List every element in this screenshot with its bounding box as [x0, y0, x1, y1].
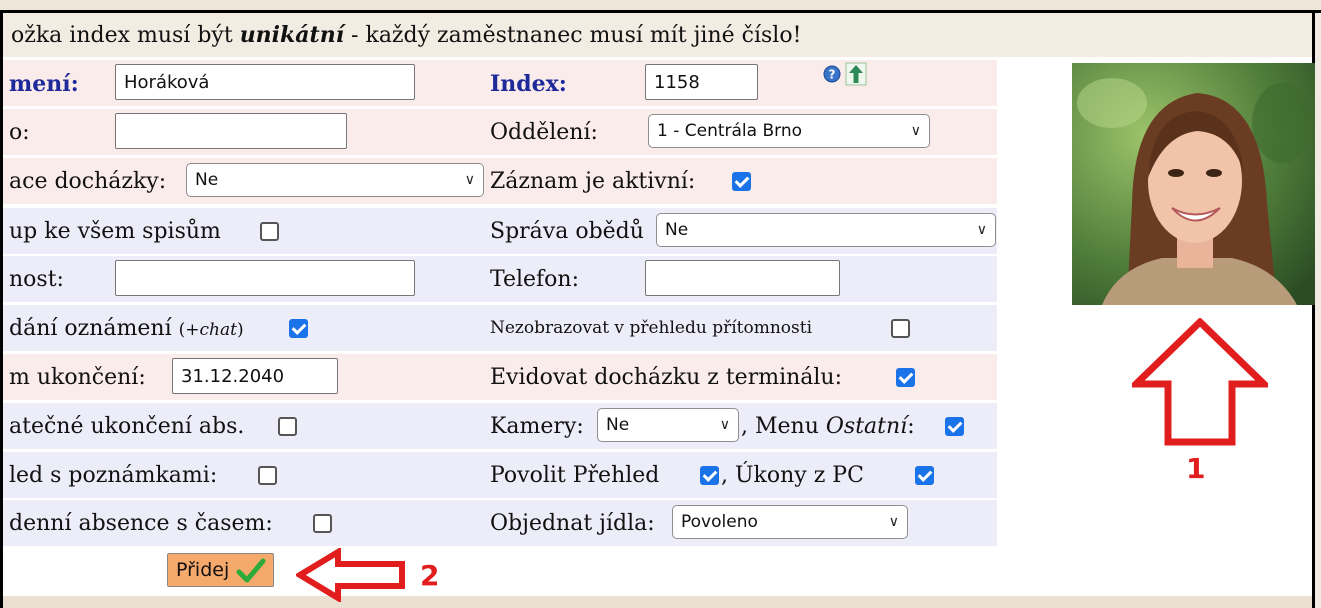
annotation-label-2: 2 [420, 559, 440, 592]
lunch-mgmt-label: Správa obědů [490, 219, 644, 244]
lunch-mgmt-select[interactable]: Ne ∨ [656, 213, 996, 247]
early-end-checkbox[interactable] [278, 417, 297, 436]
svg-text:?: ? [829, 68, 836, 82]
add-button-label: Přidej [176, 559, 230, 581]
phone-label: Telefon: [490, 267, 580, 292]
meals-select-value: Povoleno [681, 512, 758, 532]
chevron-down-icon: ∨ [910, 123, 921, 139]
add-button[interactable]: Přidej [167, 553, 274, 587]
cameras-select-value: Ne [606, 415, 630, 435]
chat-note-close: ) [236, 320, 244, 340]
chat-note-word: chat [199, 320, 237, 340]
active-label: Záznam je aktivní: [490, 169, 696, 194]
phone-input[interactable] [645, 260, 840, 296]
notice-emphasis: unikátní [239, 22, 345, 48]
end-date-label: m ukončení: [9, 365, 146, 390]
end-date-input[interactable]: 31.12.2040 [172, 358, 338, 394]
cameras-label: Kamery: [490, 414, 584, 439]
hide-presence-checkbox[interactable] [891, 319, 910, 338]
meals-select[interactable]: Povoleno ∨ [672, 505, 908, 539]
announce-label: dání oznámení (+chat) [9, 316, 244, 341]
terminal-label: Evidovat docházku z terminálu: [490, 365, 843, 390]
index-label: Index: [490, 71, 567, 97]
row-attendance: ace docházky: Ne ∨ Záznam je aktivní: [3, 158, 997, 204]
announce-chat-note: (+chat) [179, 320, 244, 340]
position-label: nost: [9, 267, 64, 292]
department-select[interactable]: 1 - Centrála Brno ∨ [648, 114, 930, 148]
attendance-select-value: Ne [195, 170, 219, 190]
chevron-down-icon: ∨ [464, 172, 475, 188]
page: ožka index musí být unikátní - každý zam… [0, 0, 1321, 608]
announce-checkbox[interactable] [289, 319, 308, 338]
menu-other-checkbox[interactable] [945, 417, 964, 436]
menu-label-em: Ostatní [825, 414, 908, 439]
chevron-down-icon: ∨ [888, 514, 899, 530]
menu-label-pre: , Menu [741, 414, 826, 439]
up-arrow-icon[interactable] [845, 62, 867, 86]
hide-presence-label: Nezobrazovat v přehledu přítomnosti [490, 318, 813, 338]
files-label: up ke všem spisům [9, 219, 221, 244]
notes-label: led s poznámkami: [9, 463, 218, 488]
notice-suffix: - každý zaměstnanec musí mít jiné číslo! [344, 23, 802, 48]
chat-note-open: (+ [178, 320, 200, 340]
row-surname: mení: Horáková Index: 1158 ? [3, 60, 997, 106]
position-input[interactable] [115, 260, 415, 296]
pc-actions-label: , Úkony z PC [721, 463, 864, 488]
uniqueness-notice: ožka index musí být unikátní - každý zam… [3, 13, 1312, 57]
row2-input[interactable] [115, 113, 347, 149]
chevron-down-icon: ∨ [976, 222, 987, 238]
lunch-mgmt-select-value: Ne [665, 220, 689, 240]
overview-checkbox[interactable] [700, 466, 719, 485]
annotation-arrow-left-icon [296, 548, 405, 602]
announce-label-text: dání oznámení [9, 316, 172, 341]
notes-checkbox[interactable] [258, 466, 277, 485]
surname-input[interactable]: Horáková [115, 64, 415, 100]
notice-prefix: ožka index musí být [11, 23, 240, 48]
row-daily-absence: denní absence s časem: Objednat jídla: P… [3, 500, 997, 546]
terminal-checkbox[interactable] [896, 368, 915, 387]
index-input[interactable]: 1158 [645, 64, 758, 100]
attendance-label: ace docházky: [9, 169, 167, 194]
row-position: nost: Telefon: [3, 256, 997, 302]
row-notes: led s poznámkami: Povolit Přehled , Úkon… [3, 452, 997, 498]
row2-label: o: [9, 120, 30, 145]
annotation-label-1: 1 [1186, 452, 1206, 485]
bottom-bar [3, 596, 1312, 608]
meals-label: Objednat jídla: [490, 511, 655, 536]
help-icon[interactable]: ? [823, 65, 841, 83]
chevron-down-icon: ∨ [719, 417, 730, 433]
early-end-label: atečné ukončení abs. [9, 414, 245, 439]
department-label: Oddělení: [490, 120, 598, 145]
menu-label-post: : [907, 414, 915, 439]
row-files: up ke všem spisům Správa obědů Ne ∨ [3, 208, 997, 254]
employee-photo [1072, 63, 1315, 305]
daily-absence-label: denní absence s časem: [9, 511, 273, 536]
overview-label: Povolit Přehled [490, 463, 660, 488]
files-checkbox[interactable] [260, 222, 279, 241]
daily-absence-checkbox[interactable] [313, 514, 332, 533]
row-end-date: m ukončení: 31.12.2040 Evidovat docházku… [3, 354, 997, 400]
active-checkbox[interactable] [732, 172, 751, 191]
row-department: o: Oddělení: 1 - Centrála Brno ∨ [3, 109, 997, 155]
row-announcements: dání oznámení (+chat) Nezobrazovat v pře… [3, 305, 997, 351]
pc-actions-checkbox[interactable] [915, 466, 934, 485]
menu-other-label: , Menu Ostatní: [741, 414, 915, 439]
annotation-arrow-up-icon [1132, 318, 1268, 446]
checkmark-icon [236, 558, 266, 583]
row-early-end: atečné ukončení abs. Kamery: Ne ∨ , Menu … [3, 403, 997, 449]
surname-label: mení: [9, 71, 79, 97]
cameras-select[interactable]: Ne ∨ [597, 408, 739, 442]
attendance-select[interactable]: Ne ∨ [186, 163, 484, 197]
department-select-value: 1 - Centrála Brno [657, 121, 803, 141]
